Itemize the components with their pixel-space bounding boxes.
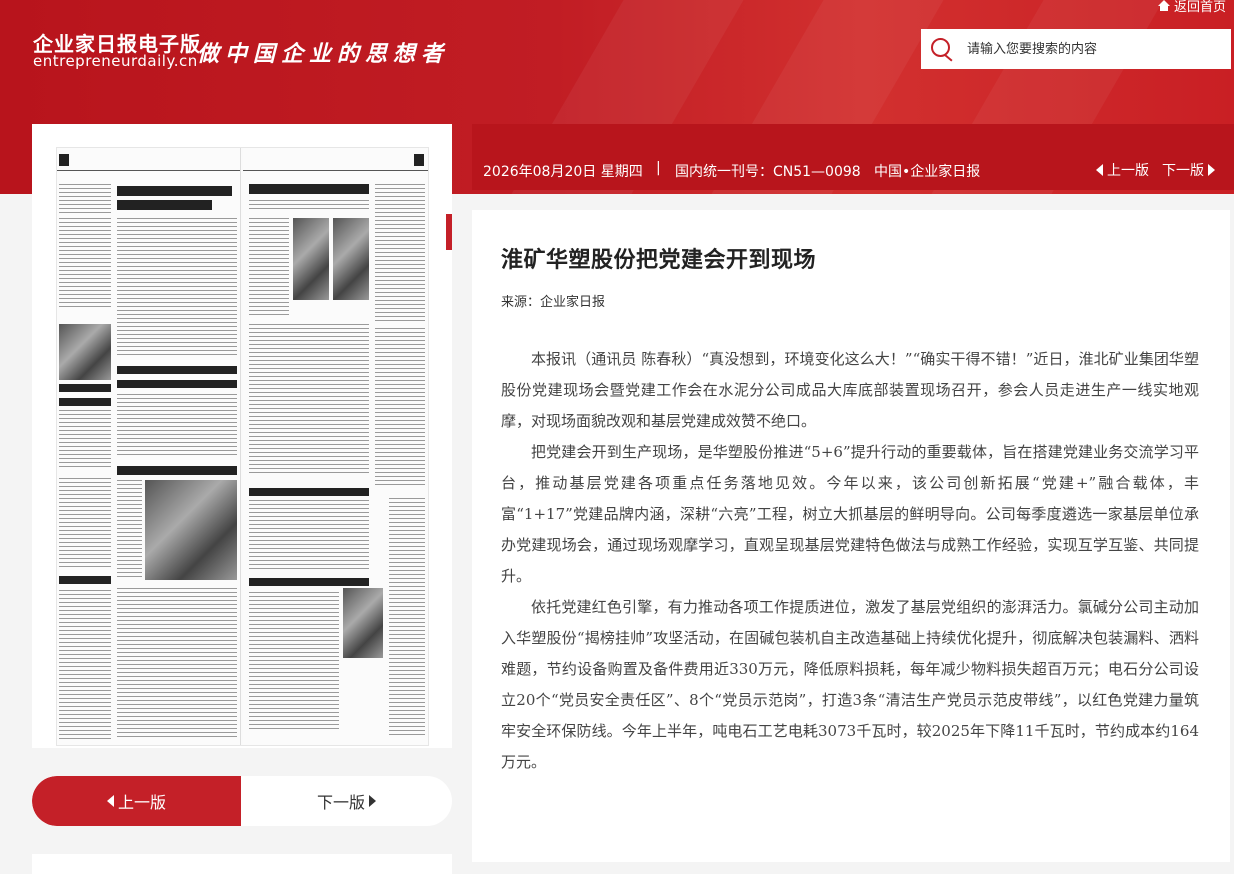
next-page-button[interactable]: 下一版 [241,776,452,826]
article-body: 本报讯（通讯员 陈春秋）“真没想到，环境变化这么大！”“确实干得不错！”近日，淮… [501,344,1199,778]
thumbnail-left-page [57,148,241,745]
info-next-page-label: 下一版 [1162,163,1204,179]
issue-serial-number: 国内统一刊号：CN51—0098 [675,164,861,180]
left-pager: 上一版 下一版 [32,776,452,826]
home-link[interactable]: 返回首页 [1157,0,1226,15]
info-separator: | [656,160,661,176]
search-input[interactable] [967,34,1217,64]
article-paragraph: 依托党建红色引擎，有力推动各项工作提质进位，激发了基层党组织的澎湃活力。氯碱分公… [501,598,1199,771]
info-next-page-link[interactable]: 下一版 [1162,160,1215,180]
issue-info-bar: 2026年08月20日 星期四 | 国内统一刊号：CN51—0098 中国•企业… [472,124,1234,190]
search-box [921,29,1231,69]
home-link-label: 返回首页 [1173,0,1226,15]
next-page-label: 下一版 [316,793,365,812]
info-prev-page-label: 上一版 [1107,163,1149,179]
publisher-name: 中国•企业家日报 [874,164,981,180]
triangle-left-icon [1096,164,1103,176]
prev-page-button[interactable]: 上一版 [32,776,241,826]
triangle-right-icon [369,795,376,807]
thumbnail-right-page [243,148,428,745]
article-title: 淮矿华塑股份把党建会开到现场 [501,248,817,273]
newspaper-page-thumbnail[interactable] [56,147,429,746]
site-slogan: 做中国企业的思想者 [197,41,450,67]
page-indicator-marker [446,214,452,250]
article-paragraph: 本报讯（通讯员 陈春秋）“真没想到，环境变化这么大！”“确实干得不错！”近日，淮… [501,350,1199,430]
left-lower-panel [32,854,452,874]
home-icon [1157,0,1170,11]
issue-date: 2026年08月20日 星期四 [483,164,643,180]
prev-page-label: 上一版 [117,793,166,812]
triangle-left-icon [106,795,114,807]
article-panel: 淮矿华塑股份把党建会开到现场 来源：企业家日报 本报讯（通讯员 陈春秋）“真没想… [472,210,1230,862]
article-source: 来源：企业家日报 [501,295,606,310]
newspaper-page-panel [32,124,452,748]
article-paragraph: 把党建会开到生产现场，是华塑股份推进“5+6”提升行动的重要载体，旨在搭建党建业… [501,443,1199,585]
info-prev-page-link[interactable]: 上一版 [1096,160,1149,180]
site-logo-domain: entrepreneurdaily.cn [33,52,198,70]
search-icon[interactable] [921,29,961,69]
triangle-right-icon [1208,164,1215,176]
